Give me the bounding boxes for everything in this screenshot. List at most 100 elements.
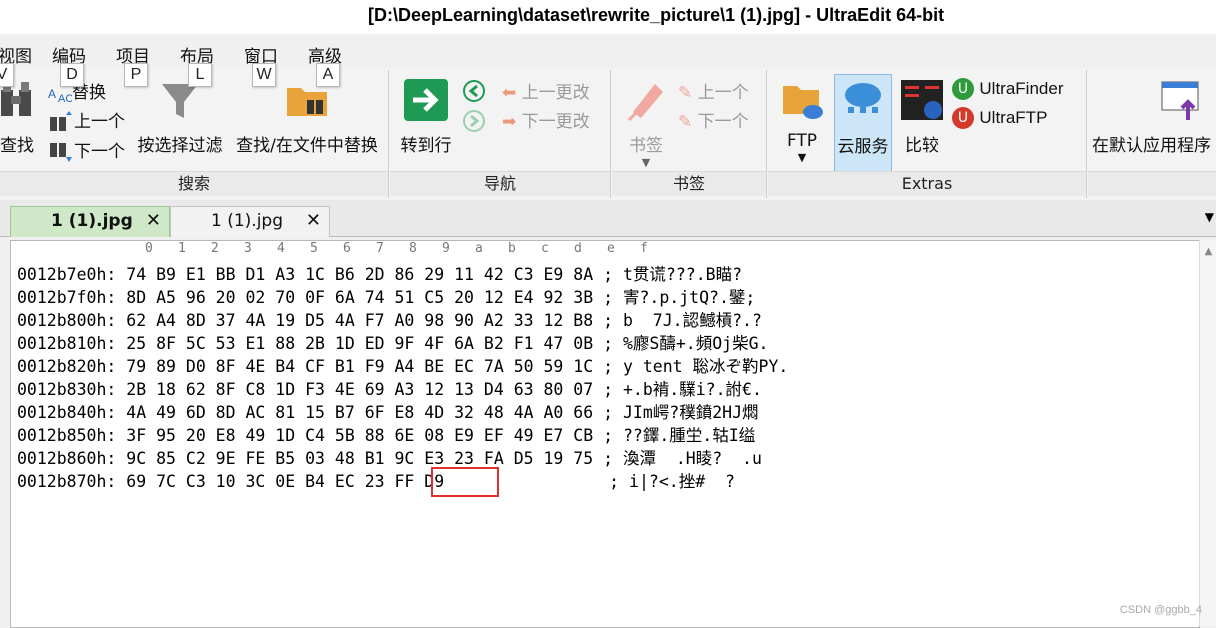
svg-text:A: A [48, 87, 56, 101]
find-button[interactable]: 查找 [0, 76, 40, 156]
prev-change-label: 上一更改 [521, 83, 590, 103]
close-icon[interactable]: ✕ [146, 210, 161, 231]
row-text: ; y tent 聡冰ぞ靮PY. [603, 357, 789, 376]
forward-circle-icon[interactable] [462, 110, 488, 132]
row-text: ; t贯谎???.B瞄? [603, 265, 743, 284]
row-text: ; b 7J.認鳡槓?.? [603, 311, 762, 330]
tab-active-file[interactable]: 1 (1).jpg ✕ [10, 206, 170, 237]
filter-selection-button[interactable]: 按选择过滤 [134, 76, 226, 156]
prev-change-button[interactable]: ⬅ 上一更改 [502, 78, 590, 103]
row-bytes: 69 7C C3 10 3C 0E B4 EC 23 FF D9 [126, 472, 445, 491]
row-address: 0012b7f0h: [17, 288, 117, 307]
row-bytes: 62 A4 8D 37 4A 19 D5 4A F7 A0 98 90 A2 3… [126, 311, 594, 330]
ruler-col: 2 [211, 241, 219, 256]
row-text: ; ??鐸.腫坣.轱I缢 [603, 426, 756, 445]
ftp-label: FTP [786, 131, 818, 151]
bookmark-button[interactable]: 书签 ▼ [616, 76, 676, 169]
ultrafinder-icon: U [952, 78, 974, 100]
ruler-col: 1 [178, 241, 186, 256]
compare-button[interactable]: 比较 [894, 76, 950, 156]
search-group-label: 搜索 [0, 171, 388, 196]
navigation-group: 转到行 ⬅ 上一更改 ➡ 下一更改 导航 [390, 70, 611, 198]
find-in-files-label: 查找/在文件中替换 [236, 136, 378, 156]
row-text: ; 寈?.p.jtQ?.鐾; [603, 288, 756, 307]
ruler-col: e [607, 241, 615, 256]
bookmark-prev-label: 上一个 [697, 83, 749, 103]
compare-icon [901, 80, 943, 120]
find-next-button[interactable]: 下一个 [48, 137, 125, 163]
goto-arrow-icon [404, 79, 448, 121]
row-bytes: 25 8F 5C 53 E1 88 2B 1D ED 9F 4F 6A B2 F… [126, 334, 594, 353]
bookmark-next-button[interactable]: ✎ 下一个 [678, 107, 749, 132]
ruler-col: 4 [277, 241, 285, 256]
ftp-button[interactable]: FTP ▼ [772, 76, 832, 164]
vertical-scrollbar[interactable]: ▲ [1199, 240, 1216, 626]
tab-second-file[interactable]: 1 (1).jpg ✕ [170, 206, 330, 237]
ruler-col: a [475, 241, 483, 256]
ultraftp-button[interactable]: U UltraFTP [952, 107, 1047, 129]
bookmark-dropdown-icon[interactable]: ▼ [616, 156, 676, 169]
keytip-a: A [316, 63, 340, 87]
hex-row[interactable]: 0012b860h: 9C 85 C2 9E FE B5 03 48 B1 9C… [17, 445, 762, 469]
row-address: 0012b810h: [17, 334, 117, 353]
find-prev-label: 上一个 [74, 112, 125, 132]
eof-marker-highlight [431, 467, 499, 497]
menu-bar: 视图 编码 项目 布局 窗口 高级 [0, 34, 1216, 69]
left-arrow-icon: ⬅ [502, 83, 517, 103]
open-default-app-label: 在默认应用程序 [1092, 136, 1211, 156]
hex-row[interactable]: 0012b7e0h: 74 B9 E1 BB D1 A3 1C B6 2D 86… [17, 261, 742, 285]
ruler-col: b [508, 241, 516, 256]
hex-row[interactable]: 0012b830h: 2B 18 62 8F C8 1D F3 4E 69 A3… [17, 376, 762, 400]
cloud-icon [845, 83, 881, 113]
open-window-icon [1161, 81, 1199, 120]
row-bytes: 3F 95 20 E8 49 1D C4 5B 88 6E 08 E9 EF 4… [126, 426, 594, 445]
bookmarks-group-label: 书签 [612, 171, 766, 196]
ultraftp-icon: U [952, 107, 974, 129]
hex-row[interactable]: 0012b820h: 79 89 D0 8F 4E B4 CF B1 F9 A4… [17, 353, 788, 377]
row-address: 0012b850h: [17, 426, 117, 445]
find-label: 查找 [0, 136, 34, 156]
ruler-col: 8 [409, 241, 417, 256]
find-prev-icon [50, 111, 72, 131]
ribbon: 查找 A AC 替换 上一个 下一个 按选择过滤 查找/在文件中替换 搜索 转到行 … [0, 68, 1216, 201]
keytip-w: W [252, 63, 276, 87]
cloud-services-button[interactable]: 云服务 [834, 74, 892, 172]
row-bytes: 74 B9 E1 BB D1 A3 1C B6 2D 86 29 11 42 C… [126, 265, 594, 284]
tab-active-label: 1 (1).jpg [51, 211, 133, 231]
ultraftp-label: UltraFTP [979, 108, 1048, 127]
hex-row[interactable]: 0012b840h: 4A 49 6D 8D AC 81 15 B7 6F E8… [17, 399, 759, 423]
tab-overflow-icon[interactable]: ▼ [1205, 210, 1214, 224]
bookmark-label: 书签 [629, 136, 663, 156]
row-bytes: 8D A5 96 20 02 70 0F 6A 74 51 C5 20 12 E… [126, 288, 594, 307]
bookmark-prev-button[interactable]: ✎ 上一个 [678, 78, 749, 103]
row-bytes: 79 89 D0 8F 4E B4 CF B1 F9 A4 BE EC 7A 5… [126, 357, 594, 376]
close-icon[interactable]: ✕ [306, 210, 321, 231]
bookmark-next-label: 下一个 [697, 112, 749, 132]
hex-row[interactable]: 0012b810h: 25 8F 5C 53 E1 88 2B 1D ED 9F… [17, 330, 768, 354]
open-default-app-button[interactable]: 在默认应用程序 [1092, 76, 1216, 156]
find-in-files-button[interactable]: 查找/在文件中替换 [230, 76, 384, 156]
back-circle-icon[interactable] [462, 80, 488, 102]
open-group: 在默认应用程序 [1088, 70, 1216, 198]
scroll-up-icon[interactable]: ▲ [1200, 246, 1216, 257]
ftp-dropdown-icon[interactable]: ▼ [772, 151, 832, 164]
hex-row[interactable]: 0012b870h: 69 7C C3 10 3C 0E B4 EC 23 FF… [17, 468, 735, 492]
hex-row[interactable]: 0012b800h: 62 A4 8D 37 4A 19 D5 4A F7 A0… [17, 307, 762, 331]
hex-editor[interactable]: 0 1 2 3 4 5 6 7 8 9 a b c d e f 0012b7e0… [10, 240, 1200, 628]
ruler-col: f [640, 241, 648, 256]
goto-line-button[interactable]: 转到行 [396, 76, 456, 156]
hex-row[interactable]: 0012b850h: 3F 95 20 E8 49 1D C4 5B 88 6E… [17, 422, 755, 446]
ultrafinder-button[interactable]: U UltraFinder [952, 78, 1064, 100]
find-prev-button[interactable]: 上一个 [48, 107, 125, 133]
row-address: 0012b800h: [17, 311, 117, 330]
ruler-col: 6 [343, 241, 351, 256]
row-address: 0012b830h: [17, 380, 117, 399]
bookmark-pin-icon [627, 84, 663, 122]
keytip-v: V [0, 63, 14, 87]
tab-second-label: 1 (1).jpg [211, 211, 284, 231]
row-bytes: 4A 49 6D 8D AC 81 15 B7 6F E8 4D 32 48 4… [126, 403, 594, 422]
row-bytes: 9C 85 C2 9E FE B5 03 48 B1 9C E3 23 FA D… [126, 449, 594, 468]
next-change-button[interactable]: ➡ 下一更改 [502, 107, 590, 132]
hex-row[interactable]: 0012b7f0h: 8D A5 96 20 02 70 0F 6A 74 51… [17, 284, 755, 308]
title-bar: [D:\DeepLearning\dataset\rewrite_picture… [0, 0, 1216, 34]
